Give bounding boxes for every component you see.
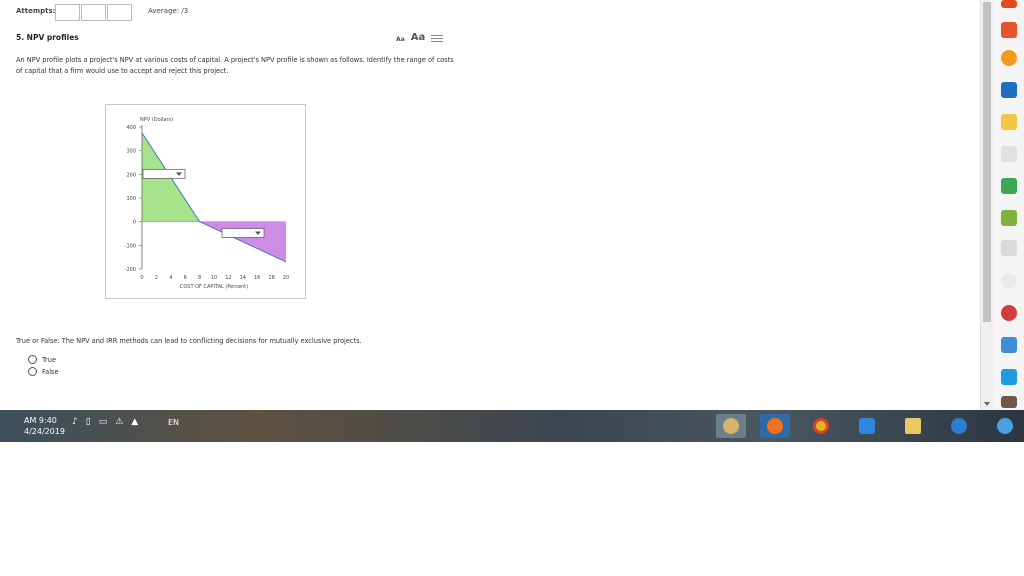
y-tick-label: -200 (125, 267, 136, 273)
reject-range-dropdown[interactable] (221, 228, 265, 238)
internet-explorer-icon[interactable] (944, 414, 974, 438)
firefox-icon[interactable] (760, 414, 790, 438)
print-icon[interactable] (431, 34, 444, 43)
option-false[interactable]: False (28, 367, 59, 376)
y-tick-label: 100 (126, 196, 136, 202)
x-tick-label: 8 (198, 275, 201, 281)
side-app-tray (994, 0, 1024, 410)
tray-expand-icon[interactable]: ▲ (131, 417, 138, 427)
question-title: 5. NPV profiles (16, 33, 79, 42)
dictionary-icon[interactable] (1001, 305, 1017, 321)
system-tray: ♪ ▯ ▭ ⚠ ▲ (72, 417, 138, 427)
attempts-label: Attempts: (16, 7, 56, 15)
media-icon[interactable] (1001, 273, 1017, 289)
radio-true[interactable] (28, 355, 37, 364)
x-tick-label: 2 (155, 275, 158, 281)
taskbar: AM 9:40 4/24/2019 ♪ ▯ ▭ ⚠ ▲ EN (0, 410, 1024, 442)
attempt-box (107, 4, 132, 21)
radio-false[interactable] (28, 367, 37, 376)
language-indicator[interactable]: EN (168, 418, 179, 427)
x-tick-label: 20 (283, 275, 289, 281)
y-tick-label: 200 (126, 172, 136, 178)
question-text: An NPV profile plots a project's NPV at … (16, 56, 454, 75)
chrome-icon[interactable] (806, 414, 836, 438)
x-tick-label: 0 (140, 275, 143, 281)
x-tick-label: 18 (268, 275, 274, 281)
y-tick-label: 400 (126, 125, 136, 131)
attempt-box (55, 4, 80, 21)
vertical-scrollbar[interactable] (980, 0, 994, 410)
x-tick-label: 6 (184, 275, 187, 281)
x-axis-label: COST OF CAPITAL (Percent) (180, 284, 248, 290)
option-false-label: False (42, 367, 59, 376)
scroll-down-arrow-icon[interactable] (984, 402, 990, 406)
paint-app-icon[interactable] (716, 414, 746, 438)
clock[interactable]: AM 9:40 4/24/2019 (24, 415, 65, 437)
file-explorer-icon[interactable] (898, 414, 928, 438)
document-icon[interactable] (1001, 240, 1017, 256)
scroll-thumb[interactable] (983, 2, 991, 322)
calculator-icon[interactable] (1001, 210, 1017, 226)
font-tools: Aa Aa (396, 32, 444, 43)
attempt-box (81, 4, 106, 21)
volume-icon[interactable]: ♪ (72, 417, 78, 427)
app-icon[interactable] (1001, 50, 1017, 66)
attempts-boxes (55, 4, 133, 21)
true-false-prompt: True or False: The NPV and IRR methods c… (16, 337, 362, 345)
average-score: Average: /3 (148, 7, 188, 15)
app-icon[interactable] (1001, 0, 1017, 8)
y-tick-label: 0 (133, 220, 136, 226)
x-tick-label: 12 (225, 275, 231, 281)
cloud-icon[interactable] (1001, 369, 1017, 385)
npv-profile-chart: 400 300 200 100 0 -100 -200 0 2 4 6 8 10 12 14 16 18 20 NP… (105, 104, 306, 299)
notification-icon[interactable]: ⚠ (115, 417, 123, 427)
average-value: /3 (181, 7, 189, 15)
drive-icon[interactable] (1001, 178, 1017, 194)
question-page: Attempts: Average: /3 5. NPV profiles Aa… (0, 0, 980, 410)
option-true-label: True (42, 355, 57, 364)
battery-icon[interactable]: ▭ (99, 417, 108, 427)
average-label: Average: (148, 7, 180, 15)
notes-icon[interactable] (1001, 114, 1017, 130)
x-tick-label: 4 (169, 275, 172, 281)
clock-time: AM 9:40 (24, 416, 57, 425)
x-tick-label: 10 (211, 275, 217, 281)
book-icon[interactable] (1001, 82, 1017, 98)
x-tick-label: 16 (254, 275, 260, 281)
font-increase-button[interactable]: Aa (411, 32, 426, 43)
app-icon[interactable] (1001, 396, 1017, 408)
signal-icon[interactable]: ▯ (86, 417, 91, 427)
chart-svg: 400 300 200 100 0 -100 -200 0 2 4 6 8 10 12 14 16 18 20 NP… (125, 117, 290, 290)
y-tick-label: -100 (125, 243, 136, 249)
wifi-icon[interactable] (1001, 146, 1017, 162)
office-icon[interactable] (1001, 22, 1017, 38)
media-player-icon[interactable] (852, 414, 882, 438)
accept-range-dropdown[interactable] (142, 168, 186, 179)
y-axis-label: NPV (Dollars) (140, 117, 173, 123)
az-icon[interactable] (1001, 337, 1017, 353)
clock-date: 4/24/2019 (24, 427, 66, 436)
y-tick-label: 300 (126, 149, 136, 155)
x-tick-label: 14 (240, 275, 246, 281)
font-decrease-button[interactable]: Aa (396, 36, 405, 43)
start-button-icon[interactable] (990, 414, 1020, 438)
option-true[interactable]: True (28, 355, 56, 364)
